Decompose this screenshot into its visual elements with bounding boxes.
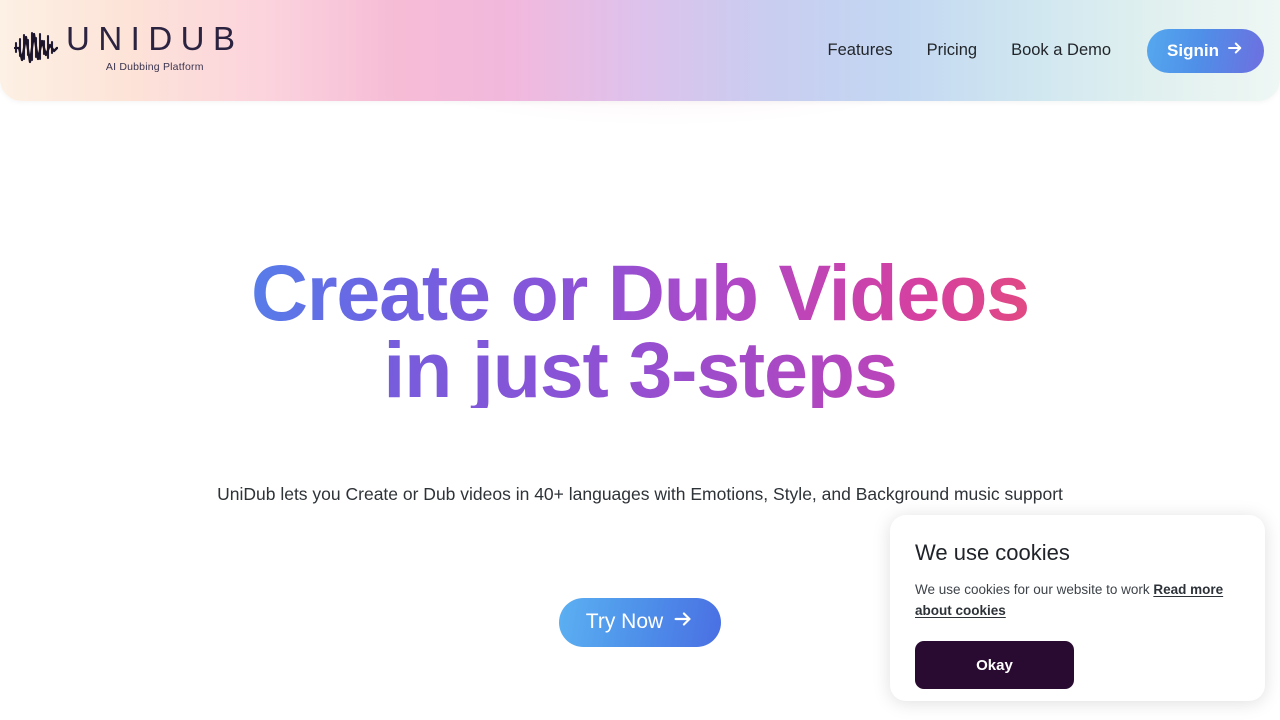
- cookie-banner-body: We use cookies for our website to work R…: [915, 580, 1240, 621]
- site-header: UNIDUB AI Dubbing Platform Features Pric…: [0, 0, 1280, 101]
- cookie-banner-body-text: We use cookies for our website to work: [915, 582, 1154, 598]
- signin-button-label: Signin: [1167, 40, 1219, 60]
- try-now-button-label: Try Now: [585, 610, 664, 633]
- signin-button[interactable]: Signin: [1147, 28, 1264, 73]
- brand-tagline: AI Dubbing Platform: [105, 60, 204, 73]
- hero-subtitle: UniDub lets you Create or Dub videos in …: [217, 484, 1063, 505]
- brand-name: UNIDUB: [66, 20, 244, 57]
- hero-headline: Create or Dub Videos in just 3-steps: [0, 253, 1280, 409]
- arrow-right-icon: [672, 608, 694, 636]
- brand-logo[interactable]: UNIDUB AI Dubbing Platform: [13, 20, 244, 73]
- nav-item-pricing[interactable]: Pricing: [910, 41, 994, 60]
- nav-item-features[interactable]: Features: [811, 41, 910, 60]
- cookie-banner-title: We use cookies: [915, 540, 1070, 565]
- hero-headline-line-1: Create or Dub Videos: [0, 253, 1280, 332]
- arrow-right-icon: [1226, 39, 1244, 62]
- main-navigation: Features Pricing Book a Demo Signin: [811, 0, 1264, 101]
- nav-item-book-a-demo[interactable]: Book a Demo: [994, 41, 1128, 60]
- audio-waveform-icon: [13, 29, 59, 69]
- hero-headline-line-2: in just 3-steps: [0, 330, 1280, 409]
- cookie-accept-button[interactable]: Okay: [915, 641, 1074, 690]
- cookie-consent-banner: We use cookies We use cookies for our we…: [890, 515, 1265, 701]
- page-root: UNIDUB AI Dubbing Platform Features Pric…: [0, 0, 1280, 720]
- try-now-button[interactable]: Try Now: [558, 597, 722, 647]
